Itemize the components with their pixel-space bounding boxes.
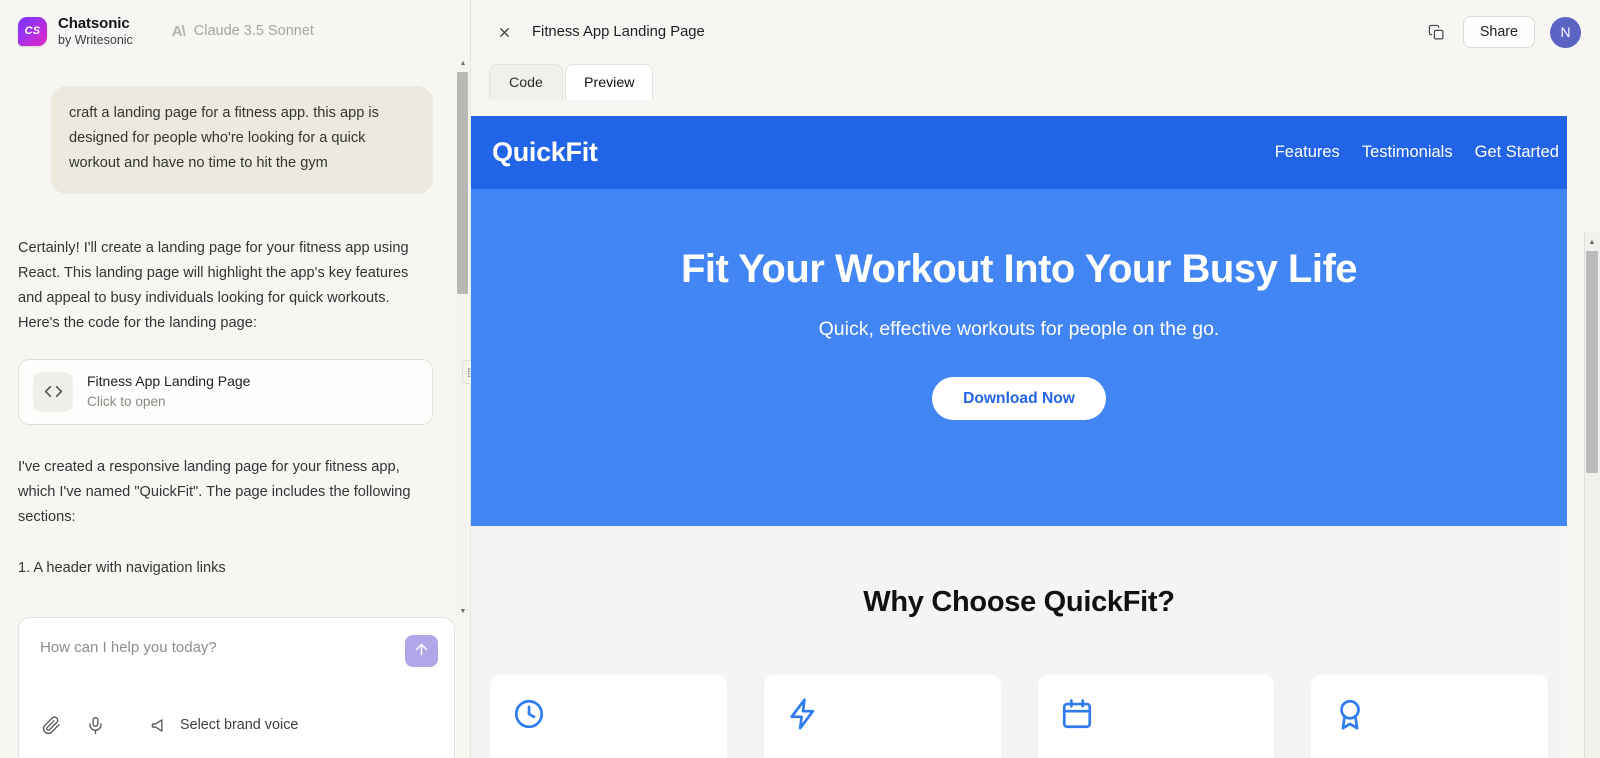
microphone-icon[interactable] [84, 714, 106, 736]
chat-input[interactable] [40, 635, 380, 656]
composer-toolbar: Select brand voice [40, 714, 438, 736]
message-composer: Select brand voice [18, 617, 455, 758]
feature-card [490, 675, 727, 758]
rendered-landing-page: QuickFit Features Testimonials Get Start… [471, 116, 1567, 758]
brand-name: Chatsonic [58, 14, 130, 32]
clock-icon [512, 699, 546, 735]
artifact-panel-actions: Share N [1426, 16, 1581, 48]
copy-icon[interactable] [1426, 21, 1448, 43]
avatar[interactable]: N [1550, 16, 1581, 48]
artifact-preview-viewport: QuickFit Features Testimonials Get Start… [471, 116, 1600, 758]
app-header: CS Chatsonic by Writesonic A\ Claude 3.5… [0, 0, 471, 62]
arrow-up-icon [413, 641, 430, 661]
feature-card [1311, 675, 1548, 758]
close-icon[interactable] [493, 21, 515, 43]
artifact-card-title: Fitness App Landing Page [87, 373, 251, 390]
download-now-button[interactable]: Download Now [932, 377, 1106, 420]
brand-voice-label: Select brand voice [180, 717, 299, 733]
artifact-card-subtitle: Click to open [87, 393, 166, 409]
artifact-card[interactable]: Fitness App Landing Page Click to open [18, 358, 433, 425]
landing-hero: Fit Your Workout Into Your Busy Life Qui… [471, 189, 1567, 526]
scrollbar-thumb[interactable] [457, 72, 468, 294]
scrollbar-up-arrow-icon[interactable]: ▲ [455, 56, 471, 70]
chat-scrollbar[interactable]: ▲ ▼ [455, 56, 471, 618]
artifact-panel: Fitness App Landing Page Share N Code Pr… [471, 0, 1600, 758]
preview-scrollbar-up-arrow-icon[interactable]: ▲ [1584, 235, 1600, 249]
hero-heading: Fit Your Workout Into Your Busy Life [680, 247, 1358, 291]
brand-subtitle: by Writesonic [58, 32, 133, 47]
assistant-message-2: I've created a responsive landing page f… [18, 458, 411, 526]
nav-link-testimonials[interactable]: Testimonials [1362, 143, 1453, 162]
landing-nav: QuickFit Features Testimonials Get Start… [471, 116, 1567, 189]
preview-scrollbar[interactable]: ▲ ▼ [1584, 232, 1600, 758]
user-message-row: craft a landing page for a fitness app. … [0, 62, 455, 194]
landing-features: Why Choose QuickFit? [471, 526, 1567, 758]
panel-resize-handle[interactable]: ⣿ [462, 360, 471, 384]
chat-panel: CS Chatsonic by Writesonic A\ Claude 3.5… [0, 0, 471, 758]
send-button[interactable] [405, 635, 438, 667]
artifact-panel-header: Fitness App Landing Page Share N [471, 0, 1600, 64]
model-selector[interactable]: A\ Claude 3.5 Sonnet [172, 23, 314, 40]
code-brackets-icon [33, 371, 73, 412]
message-list: craft a landing page for a fitness app. … [0, 62, 455, 614]
paperclip-icon[interactable] [40, 714, 62, 736]
landing-logo: QuickFit [492, 137, 598, 167]
brand-text: Chatsonic by Writesonic [58, 15, 133, 48]
artifact-tabs: Code Preview [471, 64, 1600, 100]
hero-subheading: Quick, effective workouts for people on … [818, 318, 1220, 340]
share-button[interactable]: Share [1462, 16, 1535, 48]
assistant-message-1: Certainly! I'll create a landing page fo… [18, 239, 409, 332]
feature-card [1037, 675, 1275, 758]
select-brand-voice-button[interactable]: Select brand voice [148, 714, 298, 736]
feature-card-grid [471, 619, 1567, 758]
chatsonic-logo-icon: CS [18, 16, 47, 46]
tab-code[interactable]: Code [489, 64, 563, 100]
feature-card [763, 675, 1001, 758]
user-message-bubble: craft a landing page for a fitness app. … [51, 86, 433, 194]
model-name: Claude 3.5 Sonnet [193, 23, 314, 39]
chatsonic-app-window: CS Chatsonic by Writesonic A\ Claude 3.5… [0, 0, 1600, 758]
brand-badge-text: CS [24, 25, 41, 37]
nav-link-features[interactable]: Features [1275, 143, 1340, 162]
calendar-icon [1060, 699, 1094, 735]
nav-link-get-started[interactable]: Get Started [1475, 143, 1559, 162]
award-icon [1333, 699, 1367, 735]
composer-input-row [40, 635, 438, 667]
artifact-panel-title: Fitness App Landing Page [532, 24, 705, 40]
scrollbar-edge [1584, 232, 1585, 758]
tab-preview[interactable]: Preview [565, 64, 654, 100]
features-heading: Why Choose QuickFit? [863, 586, 1175, 618]
artifact-card-text: Fitness App Landing Page Click to open [87, 371, 250, 412]
zap-icon [786, 698, 820, 735]
megaphone-icon [148, 714, 170, 736]
assistant-list-item-1: 1. A header with navigation links [18, 560, 226, 577]
landing-nav-links: Features Testimonials Get Started [1275, 143, 1567, 162]
preview-scrollbar-thumb[interactable] [1586, 251, 1598, 473]
scrollbar-down-arrow-icon[interactable]: ▼ [455, 604, 471, 618]
anthropic-icon: A\ [171, 22, 186, 40]
